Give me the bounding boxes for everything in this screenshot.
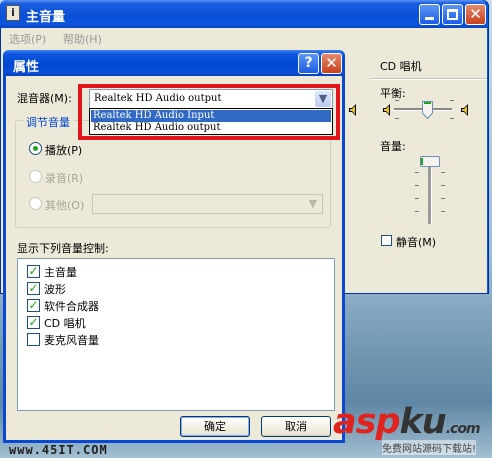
balance-label: 平衡: <box>380 87 406 100</box>
control-checkbox-master[interactable]: ✓ <box>27 265 40 278</box>
app-icon: i <box>6 5 20 21</box>
mute-label: 静音(M) <box>396 236 437 249</box>
menu-help[interactable]: 帮助(H) <box>63 31 102 47</box>
radio-other[interactable] <box>29 197 42 210</box>
watermark-logo-a: asp <box>333 402 401 442</box>
mixer-label: 混音器(M): <box>17 92 72 105</box>
watermark-url: www.45IT.COM <box>9 443 108 457</box>
other-device-select[interactable]: ▼ <box>92 194 323 214</box>
minimize-icon <box>425 17 434 20</box>
radio-selected-dot <box>33 146 38 151</box>
control-checkbox-synth[interactable]: ✓ <box>27 299 40 312</box>
divider <box>370 78 487 80</box>
control-label-wave: 波形 <box>44 283 66 296</box>
menu-options[interactable]: 选项(P) <box>9 31 46 47</box>
cd-column-title: CD 唱机 <box>380 60 422 73</box>
volume-label: 音量: <box>380 140 406 153</box>
tick <box>441 172 445 173</box>
close-icon: ✕ <box>469 5 482 23</box>
tick <box>441 211 445 212</box>
dialog-title: 属性 <box>13 60 40 75</box>
adjust-volume-group-label: 调节音量 <box>23 114 73 130</box>
tick <box>450 100 454 101</box>
ok-button[interactable]: 确定 <box>180 416 250 437</box>
tick <box>415 172 419 173</box>
radio-recording[interactable] <box>29 170 42 183</box>
control-label-master: 主音量 <box>44 266 77 279</box>
chevron-down-icon[interactable]: ▼ <box>305 196 321 212</box>
watermark-subtitle: 免费网站源码下载站! <box>382 440 477 455</box>
watermark-logo-b: ku <box>399 402 447 442</box>
tick <box>395 118 399 119</box>
speaker-right-icon <box>349 104 356 116</box>
maximize-button[interactable] <box>442 4 463 25</box>
tick <box>415 211 419 212</box>
control-checkbox-mic[interactable] <box>27 333 40 346</box>
menu-bar: 选项(P) 帮助(H) <box>1 28 487 48</box>
control-label-synth: 软件合成器 <box>44 300 99 313</box>
balance-slider-thumb[interactable] <box>422 101 433 119</box>
tick <box>415 198 419 199</box>
radio-other-label: 其他(O) <box>45 199 85 212</box>
controls-list-label: 显示下列音量控制: <box>17 242 109 255</box>
watermark-logo: aspku.com <box>333 402 481 442</box>
volume-controls-list[interactable]: ✓ 主音量 ✓ 波形 ✓ 软件合成器 ✓ CD 唱机 麦克风音量 <box>17 258 335 411</box>
speaker-left-icon <box>383 104 390 116</box>
speaker-right-icon <box>461 104 468 116</box>
checkmark-icon: ✓ <box>28 298 39 312</box>
mute-checkbox[interactable] <box>381 235 392 246</box>
tick <box>441 198 445 199</box>
control-checkbox-wave[interactable]: ✓ <box>27 282 40 295</box>
annotation-highlight-box <box>78 84 340 140</box>
help-button[interactable]: ? <box>298 53 319 74</box>
tick <box>441 185 445 186</box>
checkmark-icon: ✓ <box>28 281 39 295</box>
control-label-cd: CD 唱机 <box>44 317 86 330</box>
cancel-button[interactable]: 取消 <box>261 416 331 437</box>
dialog-titlebar[interactable] <box>3 50 345 76</box>
main-window-title: 主音量 <box>26 10 66 25</box>
checkmark-icon: ✓ <box>28 315 39 329</box>
tick <box>450 118 454 119</box>
minimize-button[interactable] <box>419 4 440 25</box>
volume-slider-thumb[interactable] <box>420 156 440 167</box>
tick <box>395 100 399 101</box>
watermark-logo-suffix: .com <box>445 421 481 437</box>
maximize-icon <box>447 9 458 20</box>
main-titlebar[interactable] <box>0 0 487 28</box>
tick <box>415 185 419 186</box>
main-close-button[interactable]: ✕ <box>465 4 486 25</box>
volume-slider[interactable] <box>428 160 432 224</box>
radio-recording-label: 录音(R) <box>45 172 84 185</box>
checkmark-icon: ✓ <box>28 264 39 278</box>
radio-playback-label: 播放(P) <box>45 144 83 157</box>
dialog-close-button[interactable]: ✕ <box>321 53 342 74</box>
control-checkbox-cd[interactable]: ✓ <box>27 316 40 329</box>
control-label-mic: 麦克风音量 <box>44 334 99 347</box>
